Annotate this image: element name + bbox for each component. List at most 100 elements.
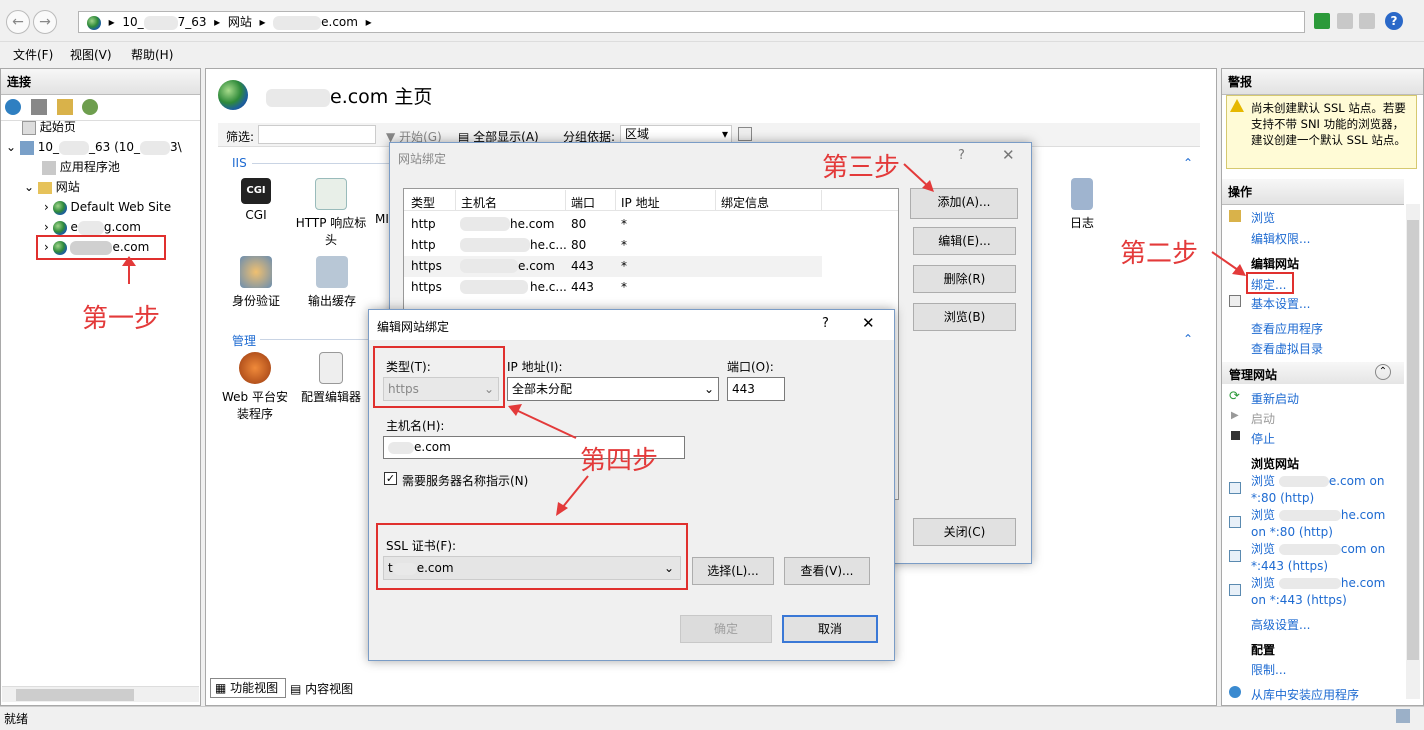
address-segment-server[interactable]: 10_	[122, 15, 143, 29]
up-icon[interactable]	[56, 99, 73, 115]
col-host[interactable]: 主机名	[461, 194, 497, 211]
ok-button[interactable]: 确定	[680, 615, 772, 643]
status-text: 就绪	[4, 712, 29, 726]
connect-icon[interactable]	[5, 99, 21, 115]
feature-http-headers[interactable]: HTTP 响应标头	[292, 178, 370, 248]
collapse-iis-icon[interactable]: ⌃	[1183, 156, 1193, 170]
address-segment-sites[interactable]: 网站	[228, 15, 252, 29]
action-install-from-gallery[interactable]: 从库中安装应用程序	[1251, 686, 1359, 703]
remove-binding-button[interactable]: 删除(R)	[913, 265, 1016, 293]
feature-web-platform[interactable]: Web 平台安装程序	[220, 352, 290, 422]
network-icon	[1396, 709, 1410, 723]
home-icon[interactable]	[1359, 13, 1375, 29]
browse-binding-button[interactable]: 浏览(B)	[913, 303, 1016, 331]
menu-view[interactable]: 视图(V)	[70, 46, 112, 63]
redaction	[460, 217, 510, 231]
action-restart[interactable]: 重新启动	[1251, 390, 1299, 407]
help-icon[interactable]: ?	[1385, 12, 1403, 30]
feature-config-editor[interactable]: 配置编辑器	[298, 352, 364, 405]
disconnect-icon[interactable]	[82, 99, 99, 115]
tree-sites[interactable]: ⌄ 网站	[24, 177, 80, 197]
menu-file[interactable]: 文件(F)	[13, 46, 53, 63]
refresh-icon[interactable]	[1314, 13, 1330, 29]
action-browse-80-a[interactable]: 浏览 e.com on *:80 (http)	[1251, 473, 1384, 507]
alert-text: 尚未创建默认 SSL 站点。若要支持不带 SNI 功能的浏览器，建议创建一个默认…	[1251, 101, 1406, 147]
sni-checkbox[interactable]: ✓	[384, 472, 397, 485]
tree-site-selected[interactable]: › e.com	[36, 235, 166, 260]
col-type[interactable]: 类型	[411, 194, 435, 211]
section-divider	[252, 163, 392, 164]
table-row[interactable]: https he.c... 443 *	[404, 277, 822, 298]
back-button[interactable]: ←	[6, 10, 30, 34]
action-bindings[interactable]: 绑定...	[1246, 272, 1294, 294]
stop-icon[interactable]	[1337, 13, 1353, 29]
tree-site-2[interactable]: › e g.com	[44, 217, 141, 237]
type-select[interactable]: https ⌄	[383, 377, 499, 401]
action-basic-settings[interactable]: 基本设置...	[1251, 295, 1310, 312]
ip-select[interactable]: 全部未分配 ⌄	[507, 377, 719, 401]
edit-binding-button[interactable]: 编辑(E)...	[913, 227, 1016, 255]
tree-default-site[interactable]: › Default Web Site	[44, 197, 171, 217]
scrollbar-thumb[interactable]	[1407, 220, 1419, 660]
feature-output-cache[interactable]: 输出缓存	[300, 256, 364, 309]
close-icon[interactable]: ✕	[1002, 146, 1015, 164]
feature-auth-label: 身份验证	[231, 294, 280, 308]
action-view-vdirs[interactable]: 查看虚拟目录	[1251, 340, 1323, 357]
col-port[interactable]: 端口	[571, 194, 595, 211]
feature-log-label: 日志	[1069, 216, 1094, 230]
table-row[interactable]: http he.com 80 *	[404, 214, 822, 235]
tree-app-pools[interactable]: 应用程序池	[42, 157, 120, 177]
site-bindings-help[interactable]: ?	[958, 148, 965, 163]
address-bar[interactable]: ▸ 10_ 7_63 ▸ 网站 ▸ e.com ▸	[78, 11, 1305, 33]
col-ip[interactable]: IP 地址	[621, 194, 660, 211]
action-advanced-settings[interactable]: 高级设置...	[1251, 616, 1310, 633]
collapse-manage-icon[interactable]: ⌃	[1183, 332, 1193, 346]
action-edit-permissions[interactable]: 编辑权限...	[1251, 230, 1310, 247]
ssl-cert-select[interactable]: t e.com ⌄	[383, 556, 681, 580]
action-limits[interactable]: 限制...	[1251, 661, 1286, 678]
menu-help[interactable]: 帮助(H)	[131, 46, 173, 63]
tab-content-view[interactable]: ▤ 内容视图	[290, 680, 353, 698]
table-row[interactable]: https e.com 443 *	[404, 256, 822, 277]
action-stop[interactable]: 停止	[1251, 430, 1275, 447]
address-sep-icon: ▸	[361, 15, 372, 29]
edit-binding-help[interactable]: ?	[822, 316, 829, 331]
col-binding-info[interactable]: 绑定信息	[721, 194, 769, 211]
feature-mi-label[interactable]: MI	[375, 212, 389, 226]
feature-auth[interactable]: 身份验证	[228, 256, 284, 309]
cancel-button[interactable]: 取消	[782, 615, 878, 643]
filter-input[interactable]	[258, 125, 376, 144]
save-icon[interactable]	[30, 99, 47, 115]
table-row[interactable]: http he.c... 80 *	[404, 235, 822, 256]
chevron-down-icon: ⌄	[703, 382, 714, 396]
forward-button[interactable]: →	[33, 10, 57, 34]
view-cert-button[interactable]: 查看(V)...	[784, 557, 870, 585]
tree-server[interactable]: ⌄ 10_ _63 (10_ 3\	[6, 137, 182, 157]
port-input[interactable]: 443	[727, 377, 785, 401]
group-by-value: 区域	[625, 127, 650, 141]
address-segment-site[interactable]: e.com	[321, 15, 358, 29]
scrollbar-thumb[interactable]	[16, 689, 134, 701]
address-segment-server-b[interactable]: 7_63	[178, 15, 207, 29]
close-icon[interactable]: ✕	[862, 314, 875, 332]
vertical-scrollbar[interactable]	[1406, 204, 1420, 699]
arrow-head-icon	[122, 256, 136, 266]
view-mode-icon[interactable]	[738, 127, 752, 141]
feature-log[interactable]: 日志	[1060, 178, 1104, 231]
horizontal-scrollbar[interactable]	[2, 686, 199, 702]
action-browse-443-b[interactable]: 浏览 he.com on *:443 (https)	[1251, 575, 1385, 609]
action-browse-443-a[interactable]: 浏览 com on *:443 (https)	[1251, 541, 1385, 575]
select-cert-button[interactable]: 选择(L)...	[692, 557, 774, 585]
close-bindings-button[interactable]: 关闭(C)	[913, 518, 1016, 546]
filter-label: 筛选:	[226, 130, 255, 144]
action-view-apps[interactable]: 查看应用程序	[1251, 320, 1323, 337]
col-divider	[565, 190, 566, 210]
collapse-icon[interactable]: ⌃	[1375, 364, 1391, 380]
action-browse-80-b[interactable]: 浏览 he.com on *:80 (http)	[1251, 507, 1385, 541]
feature-cgi[interactable]: CGI CGI	[232, 178, 280, 222]
alerts-title: 警报	[1222, 69, 1423, 95]
action-browse[interactable]: 浏览	[1251, 209, 1275, 226]
tree-start-page[interactable]: 起始页	[22, 117, 76, 137]
action-start[interactable]: 启动	[1251, 410, 1275, 427]
tab-features-view[interactable]: ▦ 功能视图	[210, 678, 286, 698]
